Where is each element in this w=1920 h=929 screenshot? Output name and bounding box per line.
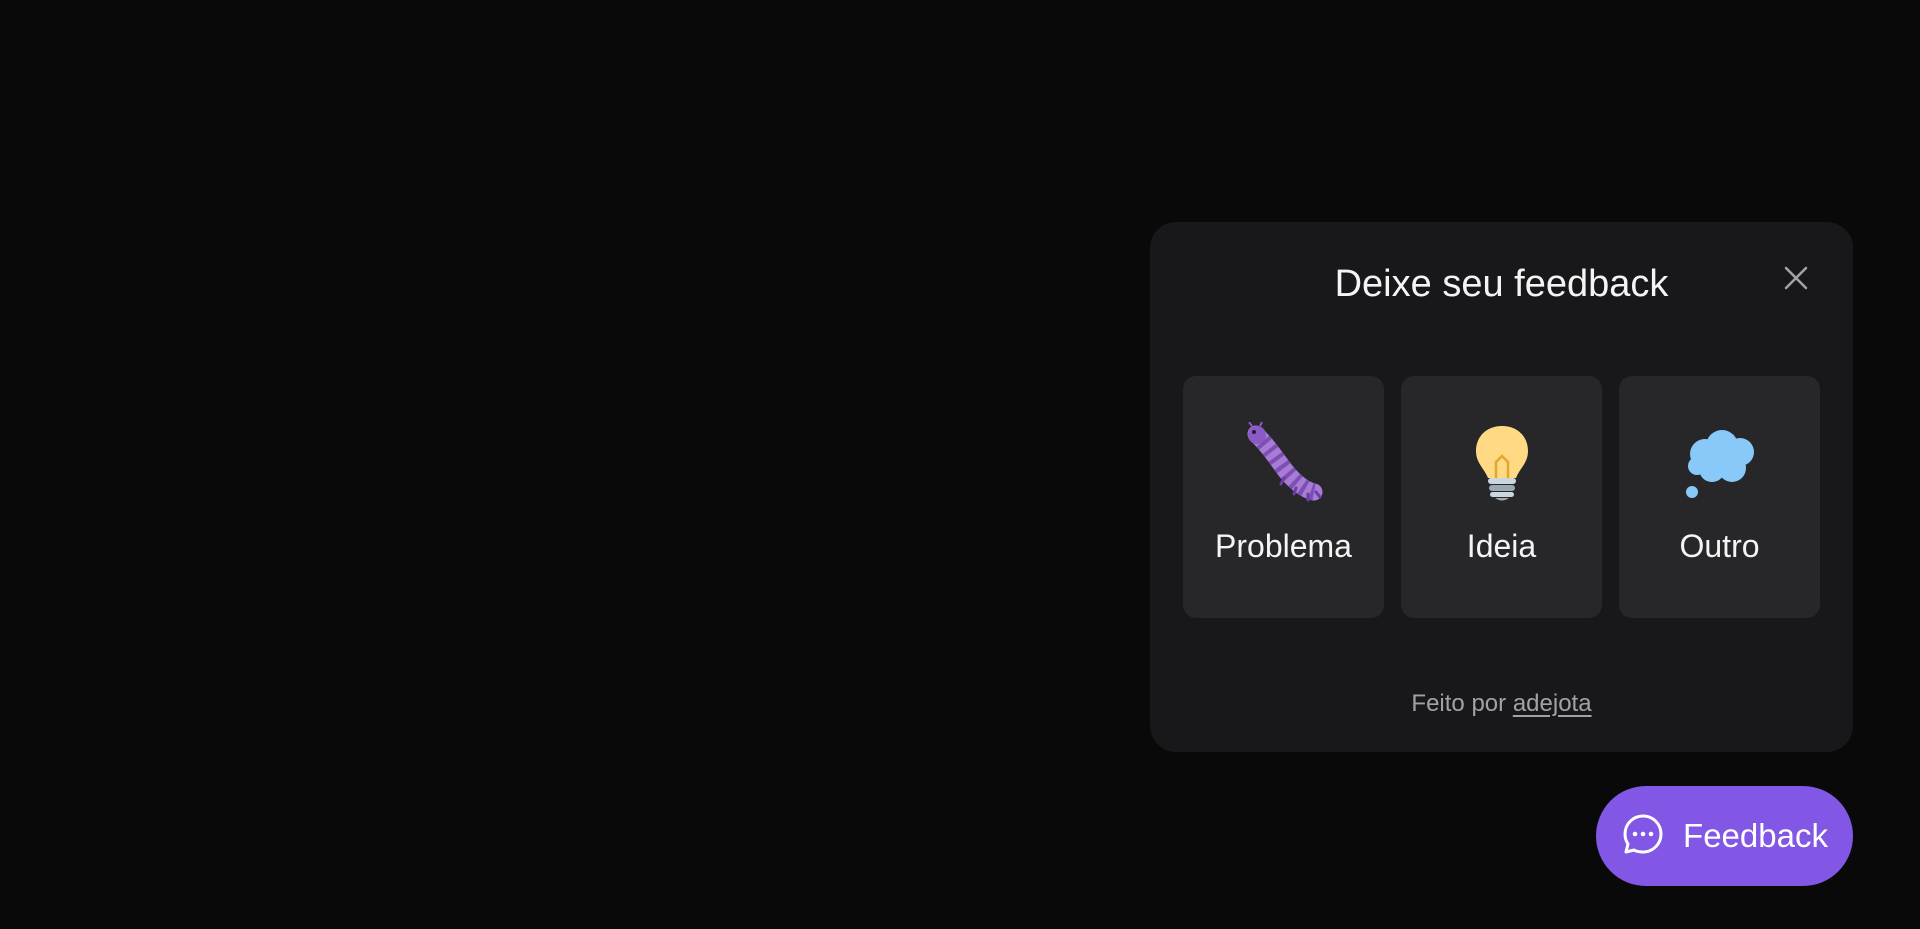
bug-icon [1244, 422, 1324, 502]
option-label: Problema [1215, 528, 1352, 564]
thought-bubble-icon [1680, 422, 1760, 502]
option-outro[interactable]: Outro [1619, 376, 1820, 618]
option-ideia[interactable]: Ideia [1401, 376, 1602, 618]
footer-text: Feito por [1411, 690, 1507, 717]
feedback-button[interactable]: Feedback [1596, 786, 1853, 886]
close-icon [1783, 265, 1809, 296]
widget-title: Deixe seu feedback [1334, 263, 1669, 305]
widget-footer: Feito por adejota [1150, 688, 1853, 720]
option-label: Outro [1679, 528, 1760, 564]
close-button[interactable] [1776, 260, 1816, 300]
page: Deixe seu feedback Problema Ideia Outro … [0, 0, 1920, 929]
feedback-button-label: Feedback [1683, 817, 1828, 854]
feedback-widget: Deixe seu feedback Problema Ideia Outro … [1150, 222, 1853, 752]
option-label: Ideia [1466, 528, 1537, 564]
chat-bubble-icon [1621, 812, 1665, 861]
lightbulb-icon [1462, 422, 1542, 502]
feedback-type-options: Problema Ideia Outro [1183, 376, 1820, 618]
option-problema[interactable]: Problema [1183, 376, 1384, 618]
author-link[interactable]: adejota [1513, 690, 1592, 717]
